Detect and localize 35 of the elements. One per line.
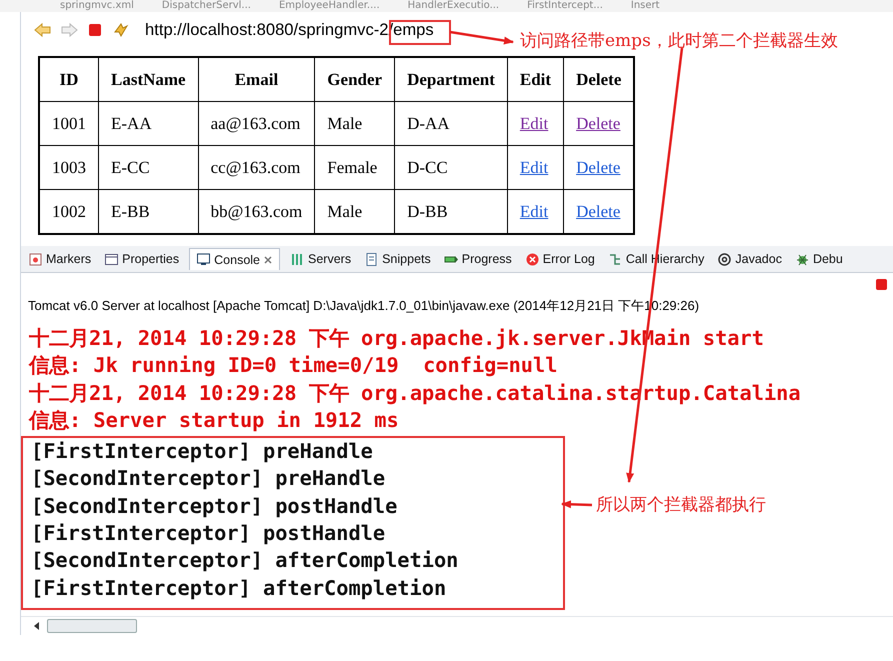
- table-cell: 1003: [39, 146, 98, 190]
- table-cell: Female: [314, 146, 395, 190]
- view-tab[interactable]: Javadoc: [714, 248, 785, 270]
- view-tab[interactable]: Markers: [25, 248, 94, 270]
- table-cell: D-CC: [394, 146, 508, 190]
- column-header: Email: [198, 57, 315, 102]
- console-line: [SecondInterceptor] afterCompletion: [31, 547, 460, 574]
- console-line: 信息: Server startup in 1912 ms: [29, 406, 400, 434]
- table-cell: E-AA: [98, 102, 198, 146]
- console-line: [FirstInterceptor] postHandle: [31, 520, 386, 548]
- table-cell: E-CC: [98, 146, 198, 190]
- view-tab[interactable]: Progress: [440, 248, 515, 270]
- console-line: 信息: Jk running ID=0 time=0/19 config=null: [29, 352, 558, 380]
- annotation-text: 访问路径带emps，此时第二个拦截器生效: [520, 30, 838, 52]
- column-header: LastName: [98, 57, 198, 102]
- view-tab[interactable]: Debu: [792, 248, 846, 270]
- table-cell: Male: [314, 102, 395, 146]
- view-tab[interactable]: Console: [189, 248, 280, 270]
- table-cell: 1001: [39, 102, 98, 146]
- view-tab[interactable]: Properties: [101, 248, 182, 270]
- annotation-text: 所以两个拦截器都执行: [596, 494, 766, 516]
- view-tab[interactable]: Error Log: [522, 248, 598, 270]
- console-line: [SecondInterceptor] preHandle: [31, 465, 386, 492]
- console-line: [SecondInterceptor] postHandle: [31, 492, 398, 520]
- view-tab[interactable]: Snippets: [361, 248, 434, 270]
- view-tab[interactable]: Servers: [287, 248, 354, 270]
- console-line: [FirstInterceptor] afterCompletion: [31, 574, 448, 602]
- column-header: Edit: [507, 57, 564, 102]
- column-header: Gender: [314, 57, 395, 102]
- console-line: [FirstInterceptor] preHandle: [31, 438, 374, 466]
- column-header: ID: [39, 57, 98, 102]
- table-cell: D-AA: [394, 102, 508, 146]
- table-cell: cc@163.com: [198, 146, 315, 190]
- column-header: Department: [394, 57, 508, 102]
- table-cell: aa@163.com: [198, 102, 315, 146]
